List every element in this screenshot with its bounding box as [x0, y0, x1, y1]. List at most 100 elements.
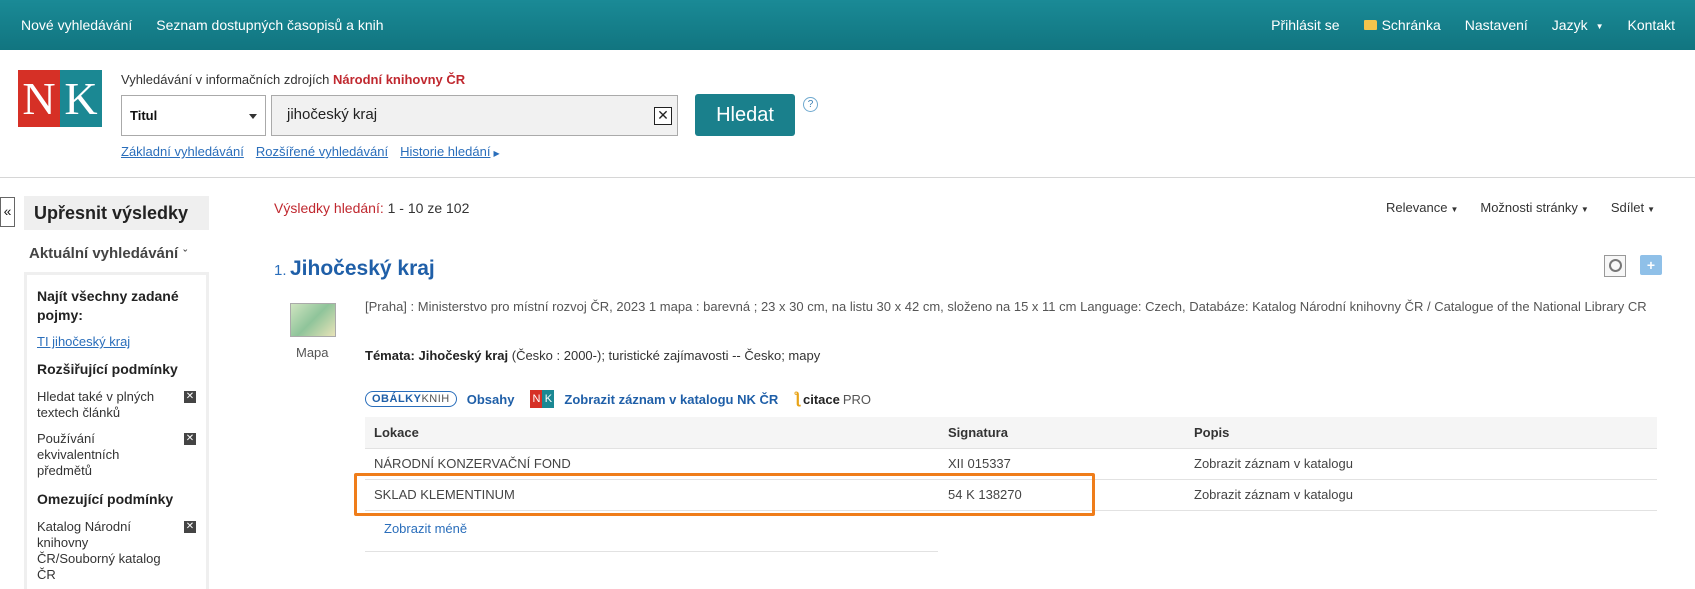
- remove-icon[interactable]: ✕: [184, 521, 196, 533]
- obalky-label: OBÁLKY: [372, 393, 422, 405]
- expander-label: Hledat také v plných textech článků: [37, 389, 155, 420]
- nav-language-label: Jazyk: [1551, 17, 1588, 33]
- basic-search-link[interactable]: Základní vyhledávání: [121, 144, 244, 159]
- sidebar: Upřesnit výsledky Aktuální vyhledávání ˇ …: [24, 196, 209, 589]
- knih-label: KNIH: [421, 393, 450, 405]
- contents-link[interactable]: Obsahy: [467, 392, 515, 407]
- expanding-heading: Rozšiřující podmínky: [37, 361, 178, 377]
- limiting-heading: Omezující podmínky: [37, 491, 174, 507]
- sort-relevance-label: Relevance: [1386, 200, 1448, 215]
- record-number: 1.: [274, 262, 287, 279]
- nk-mini-logo: NK: [530, 390, 555, 408]
- record-topics: Témata: Jihočeský kraj (Česko : 2000-); …: [365, 348, 820, 363]
- catalog-view-link[interactable]: Zobrazit záznam v katalogu: [1185, 448, 1657, 480]
- citace-pro-link[interactable]: ƪ citace PRO: [794, 390, 871, 408]
- add-to-folder-icon[interactable]: +: [1640, 255, 1662, 275]
- nav-settings[interactable]: Nastavení: [1465, 17, 1528, 33]
- dropdown-arrow-icon: [249, 114, 257, 119]
- search-intro: Vyhledávání v informačních zdrojích Náro…: [121, 72, 465, 87]
- col-signature: Signatura: [939, 417, 1185, 449]
- mini-logo-n: N: [530, 390, 543, 408]
- search-header: N K Vyhledávání v informačních zdrojích …: [0, 50, 1695, 178]
- nav-contact[interactable]: Kontakt: [1628, 17, 1675, 33]
- record-actions: +: [1604, 255, 1662, 277]
- expander-label: Používání ekvivalentních předmětů: [37, 431, 120, 478]
- nav-language[interactable]: Jazyk ▼: [1552, 17, 1604, 33]
- record-type-label: Mapa: [296, 345, 329, 360]
- topics-label: Témata:: [365, 348, 415, 363]
- mini-logo-k: K: [542, 390, 555, 408]
- remove-icon[interactable]: ✕: [184, 391, 196, 403]
- nav-new-search[interactable]: Nové vyhledávání: [21, 17, 132, 33]
- caret-down-icon: ▼: [1580, 205, 1589, 214]
- page-options-label: Možnosti stránky: [1480, 200, 1578, 215]
- top-nav: Nové vyhledávání Seznam dostupných časop…: [0, 0, 1695, 50]
- sidebar-collapse-button[interactable]: «: [0, 197, 15, 227]
- record-title-link[interactable]: Jihočeský kraj: [290, 257, 435, 281]
- catalog-view-link[interactable]: Zobrazit záznam v katalogu: [1185, 479, 1657, 511]
- obalky-knih-logo[interactable]: OBÁLKYKNIH: [365, 391, 457, 407]
- arrow-right-icon: ▶: [493, 149, 500, 158]
- nav-clipboard-label: Schránka: [1381, 17, 1441, 33]
- nk-logo[interactable]: N K: [18, 70, 102, 127]
- topics-rest: (Česko : 2000-); turistické zajímavosti …: [511, 348, 821, 363]
- current-search-label: Aktuální vyhledávání: [29, 245, 179, 262]
- nav-login[interactable]: Přihlásit se: [1271, 17, 1339, 33]
- search-button[interactable]: Hledat: [695, 94, 795, 136]
- sort-relevance-menu[interactable]: Relevance ▼: [1386, 200, 1458, 215]
- nav-right: Přihlásit se Schránka Nastavení Jazyk ▼ K…: [1271, 17, 1675, 33]
- topics-main[interactable]: Jihočeský kraj: [418, 348, 508, 363]
- current-search-toggle[interactable]: Aktuální vyhledávání ˇ: [24, 245, 209, 262]
- search-query: jihočeský kraj: [287, 106, 378, 123]
- highlight-box: [354, 473, 1095, 516]
- divider: [365, 551, 938, 552]
- catalog-record-link[interactable]: Zobrazit záznam v katalogu NK ČR: [564, 392, 778, 407]
- preview-icon[interactable]: [1604, 255, 1626, 277]
- record-links: OBÁLKYKNIH Obsahy NK Zobrazit záznam v k…: [365, 390, 871, 408]
- field-type-select[interactable]: Titul: [121, 95, 266, 136]
- map-type-icon[interactable]: [290, 303, 336, 337]
- share-menu[interactable]: Sdílet ▼: [1611, 200, 1655, 215]
- help-icon[interactable]: ?: [803, 97, 818, 112]
- expander-item: Používání ekvivalentních předmětů ✕: [37, 431, 196, 479]
- logo-k: K: [60, 70, 102, 127]
- holdings-header-row: Lokace Signatura Popis: [365, 417, 1657, 449]
- pro-label: PRO: [842, 391, 872, 407]
- advanced-search-link[interactable]: Rozšířené vyhledávání: [256, 144, 388, 159]
- search-intro-library: Národní knihovny ČR: [332, 72, 466, 87]
- citace-label: citace: [803, 391, 840, 407]
- current-search-box: Najít všechny zadané pojmy: TI jihočeský…: [24, 272, 209, 589]
- results-toolbar: Relevance ▼ Možnosti stránky ▼ Sdílet ▼: [1386, 200, 1655, 215]
- find-all-heading: Najít všechny zadané pojmy:: [37, 288, 179, 323]
- search-history-link[interactable]: Historie hledání: [400, 144, 490, 159]
- search-mode-links: Základní vyhledávání Rozšířené vyhledává…: [121, 144, 500, 159]
- chevron-down-icon: ˇ: [183, 249, 187, 261]
- citace-icon: ƪ: [794, 390, 800, 407]
- results-info: Výsledky hledání: 1 - 10 ze 102: [274, 200, 469, 216]
- results-label: Výsledky hledání:: [274, 200, 384, 216]
- logo-n: N: [18, 70, 60, 127]
- remove-icon[interactable]: ✕: [184, 433, 196, 445]
- search-input[interactable]: jihočeský kraj ✕: [271, 95, 678, 136]
- limiter-item: Katalog Národní knihovny ČR/Souborný kat…: [37, 519, 196, 583]
- share-label: Sdílet: [1610, 200, 1645, 215]
- limiter-label: Katalog Národní knihovny ČR/Souborný kat…: [37, 519, 161, 582]
- caret-down-icon: ▼: [1450, 205, 1459, 214]
- refine-results-title: Upřesnit výsledky: [24, 196, 209, 230]
- results-range: 1 - 10 ze 102: [387, 200, 470, 216]
- caret-down-icon: ▼: [1595, 21, 1604, 31]
- expander-item: Hledat také v plných textech článků ✕: [37, 389, 196, 421]
- nav-clipboard[interactable]: Schránka: [1363, 17, 1441, 33]
- field-type-value: Titul: [130, 108, 158, 123]
- folder-icon: [1363, 20, 1377, 30]
- col-location: Lokace: [365, 417, 939, 449]
- search-intro-text: Vyhledávání v informačních zdrojích: [121, 72, 330, 87]
- show-less-link[interactable]: Zobrazit méně: [384, 521, 467, 536]
- page-options-menu[interactable]: Možnosti stránky ▼: [1480, 200, 1588, 215]
- nav-journals-list[interactable]: Seznam dostupných časopisů a knih: [156, 17, 383, 33]
- clear-icon[interactable]: ✕: [654, 107, 672, 125]
- record-description: [Praha] : Ministerstvo pro místní rozvoj…: [365, 299, 1647, 314]
- search-term-link[interactable]: TI jihočeský kraj: [37, 334, 196, 349]
- nav-left: Nové vyhledávání Seznam dostupných časop…: [21, 17, 384, 33]
- caret-down-icon: ▼: [1647, 205, 1655, 214]
